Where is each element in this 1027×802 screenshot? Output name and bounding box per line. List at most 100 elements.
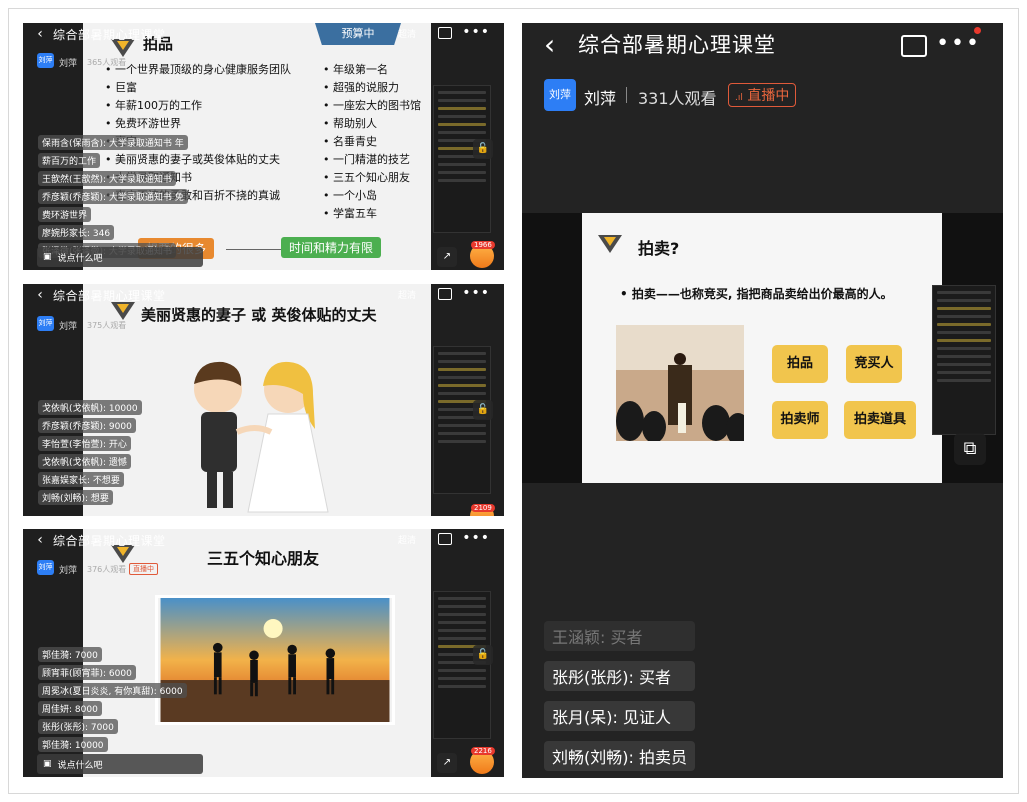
comment-item: 薪百万的工作 (38, 153, 101, 168)
tag-lot-button[interactable]: 拍品 (772, 345, 828, 383)
notification-dot (974, 27, 981, 34)
gift-count-badge: 1966 (471, 241, 495, 249)
screenshot-panel-1: 拍品 预算中 • 一个世界最顶级的身心健康服务团队 • 巨富 • 年薪100万的… (23, 23, 504, 270)
page-title: 综合部暑期心理课堂 (53, 288, 166, 303)
comment-input[interactable]: ▣ 说点什么吧 (37, 754, 203, 774)
viewer-count: 365人观看 (87, 58, 127, 67)
list-item: • 三五个知心朋友 (323, 171, 410, 184)
quality-button[interactable]: 超清 (398, 27, 416, 40)
list-item: • 年薪100万的工作 (105, 99, 202, 112)
pip-icon[interactable] (438, 533, 452, 545)
viewer-count: 376人观看 (87, 565, 127, 574)
avatar[interactable]: 刘萍 (544, 79, 576, 111)
list-item: • 年级第一名 (323, 63, 388, 76)
screenshot-panel-3: 三五个知心朋友 ‹ 综合部暑期心理课堂 超清 ••• 刘萍 刘萍 376人观看 … (23, 529, 504, 777)
comment-item: 刘畅(刘畅): 拍卖员 (544, 741, 695, 771)
couple-illustration (194, 361, 329, 513)
more-icon[interactable]: ••• (462, 530, 490, 546)
comment-item: 费环游世界 (38, 207, 92, 222)
right-list: • 年级第一名 • 超强的说服力 • 一座宏大的图书馆 • 帮助别人 • 名垂青… (323, 61, 421, 223)
lock-icon[interactable]: 🔓 (473, 139, 493, 159)
comment-item: 李怡萱(李怡萱): 开心 (38, 436, 131, 451)
top-bar: ‹ 综合部暑期心理课堂 (23, 284, 504, 306)
host-name: 刘萍 (584, 89, 617, 108)
comment-item: 王涵颖: 买者 (544, 621, 695, 651)
comment-placeholder: 说点什么吧 (57, 760, 103, 771)
share-icon[interactable]: ↗ (437, 753, 457, 773)
tag-tools-button[interactable]: 拍卖道具 (844, 401, 916, 439)
comment-placeholder: 说点什么吧 (57, 253, 103, 264)
quality-button[interactable]: 超清 (398, 533, 416, 546)
avatar[interactable]: 刘萍 (37, 316, 54, 331)
comment-list: 郭佳漪: 7000 顾宵菲(顾宵菲): 6000 周冕冰(夏日炎炎, 有你真甜)… (38, 647, 187, 752)
sunset-friends-photo (155, 595, 395, 725)
pip-icon[interactable] (438, 27, 452, 39)
live-badge: 直播中 (129, 563, 158, 575)
comment-item: 郭佳漪: 10000 (38, 737, 108, 752)
screenshot-panel-2: 美丽贤惠的妻子 或 英俊体贴的丈夫 ‹ 综合部暑期心理课堂 超清 ••• 刘萍 … (23, 284, 504, 516)
comment-item: 戈依帆(戈依帆): 10000 (38, 400, 142, 415)
screenshot-panel-4: ‹ 综合部暑期心理课堂 ••• 刘萍 刘萍 331人观看 .ıl 直播中 拍卖?… (522, 23, 1003, 778)
host-name: 刘萍 (59, 322, 78, 332)
back-icon[interactable]: ‹ (544, 28, 564, 61)
comment-input[interactable]: ▣ 说点什么吧 (37, 247, 203, 267)
comment-item: 张嘉娱家长: 不想要 (38, 472, 124, 487)
host-name: 刘萍 (59, 566, 78, 576)
comment-item: 廖婉彤家长: 346 (38, 225, 115, 240)
top-bar: ‹ 综合部暑期心理课堂 (522, 23, 1003, 65)
lock-icon[interactable]: 🔓 (473, 400, 493, 420)
avatar[interactable]: 刘萍 (37, 560, 54, 575)
auction-photo (616, 325, 744, 441)
mini-chat-panel (433, 85, 491, 233)
mini-chat-panel (932, 285, 996, 435)
back-icon[interactable]: ‹ (31, 532, 49, 548)
more-icon[interactable]: ••• (936, 31, 981, 56)
slide-definition: • 拍卖——也称竞买, 指把商品卖给出价最高的人。 (620, 287, 893, 301)
page-title: 综合部暑期心理课堂 (578, 33, 776, 57)
slide-logo (598, 235, 622, 253)
live-badge: .ıl 直播中 (728, 83, 797, 107)
comment-item: 刘畅(刘畅): 想要 (38, 490, 113, 505)
pip-icon[interactable] (438, 288, 452, 300)
list-item: • 一座宏大的图书馆 (323, 99, 421, 112)
quality-button[interactable]: 超清 (398, 288, 416, 301)
comment-icon: ▣ (43, 759, 52, 769)
comment-item: 张彤(张彤): 7000 (38, 719, 118, 734)
comment-item: 戈依帆(戈依帆): 遗憾 (38, 454, 131, 469)
tag-bidder-button[interactable]: 竞买人 (846, 345, 902, 383)
list-item: • 学富五车 (323, 207, 377, 220)
comment-item: 王歆然(王歆然): 大学录取通知书 (38, 171, 176, 186)
comment-item: 周冕冰(夏日炎炎, 有你真甜): 6000 (38, 683, 187, 698)
rotate-screen-icon[interactable]: ⧉ (954, 433, 986, 465)
top-bar: ‹ 综合部暑期心理课堂 (23, 529, 504, 551)
mini-chat-panel (433, 346, 491, 494)
comment-item: 张彤(张彤): 买者 (544, 661, 695, 691)
list-item: • 一个世界最顶级的身心健康服务团队 (105, 63, 291, 76)
slide-heading: 拍卖? (638, 239, 680, 258)
tag-auctioneer-button[interactable]: 拍卖师 (772, 401, 828, 439)
mini-chat-panel (433, 591, 491, 739)
slide-4: 拍卖? • 拍卖——也称竞买, 指把商品卖给出价最高的人。 拍品 竞买人 拍卖师… (582, 213, 942, 483)
comment-item: 乔彦颖(乔彦颖): 9000 (38, 418, 136, 433)
more-icon[interactable]: ••• (462, 24, 490, 40)
comment-item: 乔彦颖(乔彦颖): 大学录取通知书 免 (38, 189, 188, 204)
tag-limited-time: 时间和精力有限 (281, 237, 382, 258)
list-item: • 一门精湛的技艺 (323, 153, 410, 166)
list-item: • 一个小岛 (323, 189, 377, 202)
list-item: • 超强的说服力 (323, 81, 399, 94)
share-icon[interactable]: ↗ (437, 247, 457, 267)
host-name: 刘萍 (59, 59, 78, 69)
lock-icon[interactable]: 🔓 (473, 645, 493, 665)
comment-list: 戈依帆(戈依帆): 10000 乔彦颖(乔彦颖): 9000 李怡萱(李怡萱):… (38, 400, 142, 505)
pip-icon[interactable] (901, 35, 927, 57)
back-icon[interactable]: ‹ (31, 287, 49, 303)
comment-item: 保雨含(保雨含): 大学录取通知书 年 (38, 135, 188, 150)
avatar[interactable]: 刘萍 (37, 53, 54, 68)
back-icon[interactable]: ‹ (31, 26, 49, 42)
comment-item: 顾宵菲(顾宵菲): 6000 (38, 665, 136, 680)
comment-list: 保雨含(保雨含): 大学录取通知书 年 薪百万的工作 王歆然(王歆然): 大学录… (38, 135, 188, 258)
comment-item: 郭佳漪: 7000 (38, 647, 102, 662)
divider (626, 87, 627, 103)
slide-heading: 美丽贤惠的妻子 或 英俊体贴的丈夫 (141, 306, 377, 324)
more-icon[interactable]: ••• (462, 285, 490, 301)
